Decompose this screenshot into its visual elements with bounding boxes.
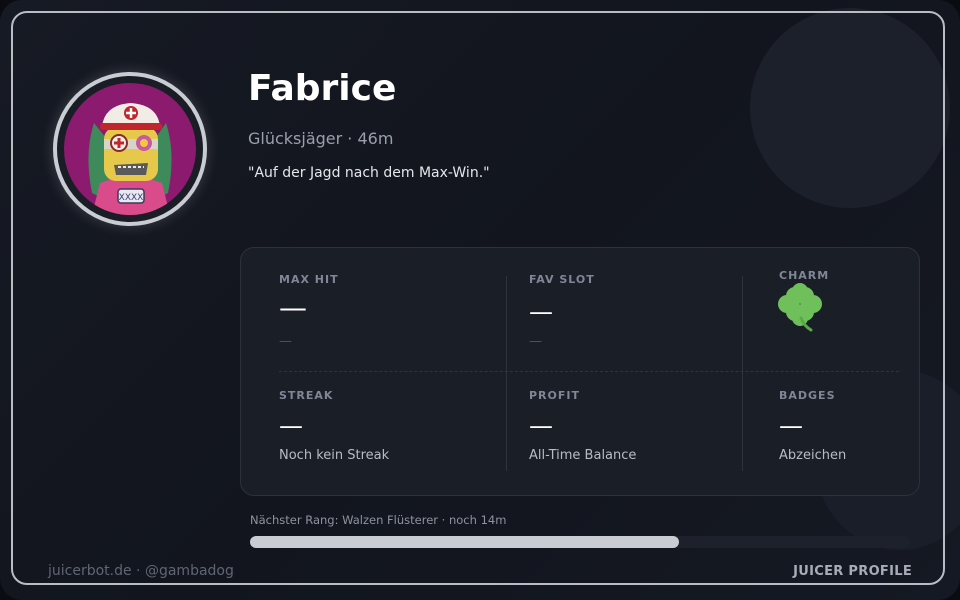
rank-progress-bar [250, 536, 910, 548]
stat-value-fav-slot: — [529, 298, 553, 326]
stat-sub-streak: Noch kein Streak [279, 448, 390, 463]
stat-label-fav-slot: FAV SLOT [529, 273, 595, 286]
footer-credit: juicerbot.de · @gambadog [48, 563, 234, 579]
stat-value-streak: — [279, 412, 303, 440]
profile-card: XXXX Fabrice Glücksjäger · 46m "Auf der … [0, 0, 960, 600]
row-divider [279, 371, 899, 372]
stat-label-max-hit: MAX HIT [279, 273, 339, 286]
next-rank-text: Nächster Rang: Walzen Flüsterer · noch 1… [250, 513, 507, 527]
svg-text:XXXX: XXXX [119, 193, 144, 203]
rank-progress-fill [250, 536, 679, 548]
stat-value-badges: — [779, 412, 803, 440]
stat-sub-fav-slot: — [529, 334, 542, 349]
stats-panel: MAX HIT — — FAV SLOT — — CHARM STREAK — … [240, 247, 920, 496]
stat-sub-badges: Abzeichen [779, 448, 847, 463]
stat-sub-max-hit: — [279, 334, 292, 349]
avatar: XXXX [53, 72, 207, 226]
column-divider [742, 276, 743, 471]
footer-brand: JUICER PROFILE [793, 564, 912, 579]
profile-name: Fabrice [248, 68, 397, 109]
profile-subtitle: Glücksjäger · 46m [248, 129, 394, 148]
stat-label-streak: STREAK [279, 389, 334, 402]
column-divider [506, 276, 507, 471]
stat-label-profit: PROFIT [529, 389, 580, 402]
profile-quote: "Auf der Jagd nach dem Max-Win." [248, 165, 490, 181]
four-leaf-clover-icon [777, 282, 829, 334]
stat-value-profit: — [529, 412, 553, 440]
stat-label-badges: BADGES [779, 389, 836, 402]
avatar-image: XXXX [64, 83, 196, 215]
stat-value-max-hit: — [279, 291, 307, 324]
background-circle-decoration [750, 8, 950, 208]
stat-sub-profit: All-Time Balance [529, 448, 637, 463]
stat-label-charm: CHARM [779, 269, 830, 282]
